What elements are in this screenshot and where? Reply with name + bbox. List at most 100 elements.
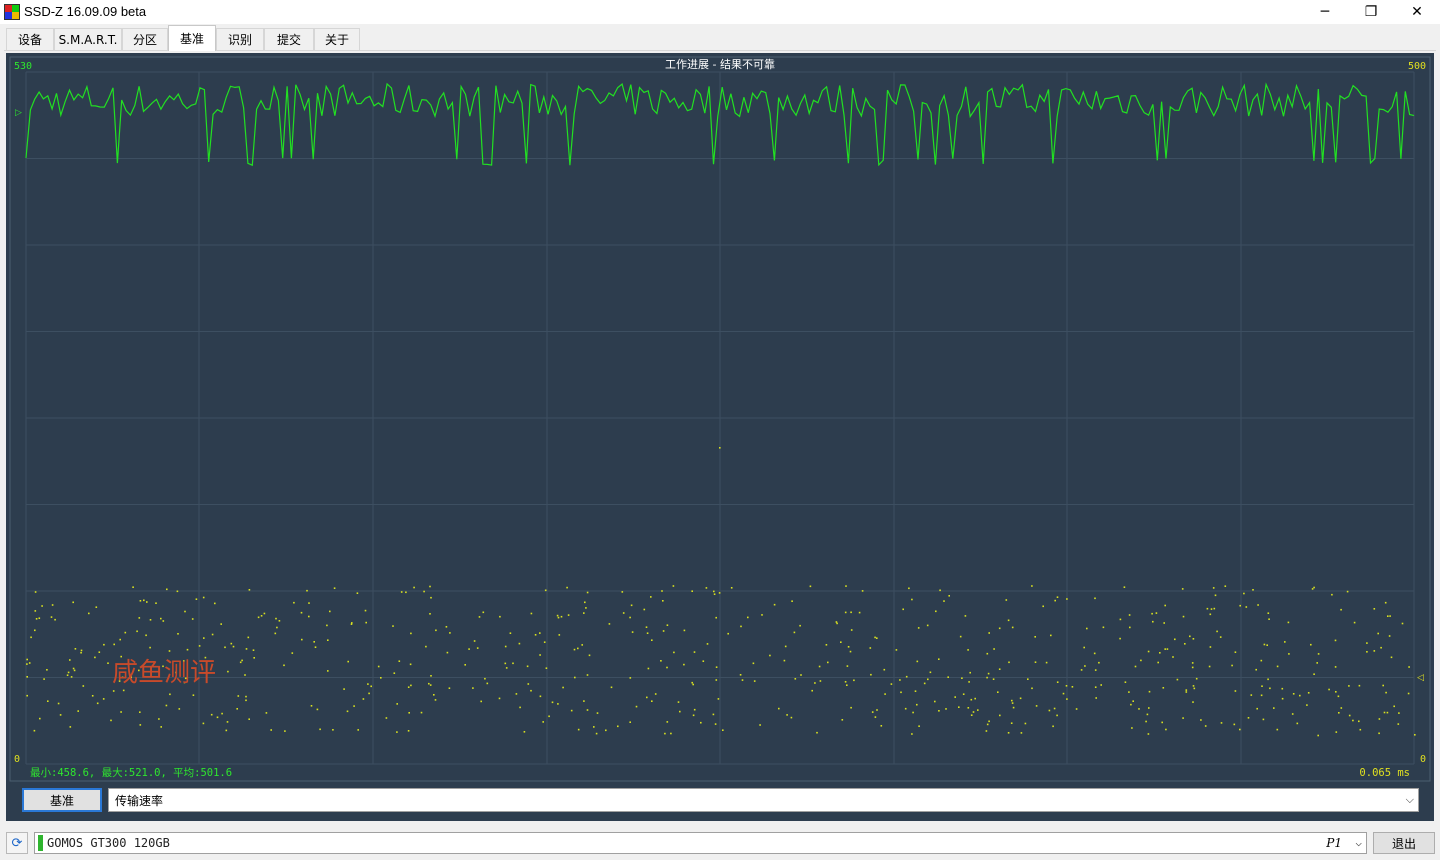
latency-point — [651, 700, 653, 702]
latency-point — [263, 612, 266, 615]
latency-point — [752, 662, 755, 665]
latency-point — [1005, 599, 1008, 601]
latency-point — [26, 658, 28, 661]
latency-point — [730, 587, 733, 589]
latency-point — [705, 587, 708, 589]
latency-point — [57, 702, 60, 705]
latency-point — [248, 589, 251, 591]
latency-point — [429, 613, 431, 615]
latency-point — [28, 662, 31, 664]
tab-partitions[interactable]: 分区 — [122, 28, 168, 50]
latency-point — [1220, 722, 1223, 724]
latency-point — [1007, 619, 1010, 622]
drive-select[interactable]: GOMOS GT300 120GB P1 ⌵ — [34, 832, 1367, 854]
latency-point — [850, 629, 853, 631]
latency-point — [948, 595, 950, 597]
latency-point — [584, 601, 586, 604]
latency-point — [276, 626, 278, 629]
latency-point — [1366, 642, 1368, 644]
latency-point — [1389, 615, 1391, 617]
latency-point — [630, 604, 633, 607]
exit-button[interactable]: 退出 — [1373, 832, 1435, 854]
latency-point — [326, 624, 328, 627]
run-benchmark-button[interactable]: 基准 — [22, 788, 102, 812]
latency-point — [80, 651, 82, 654]
close-button[interactable]: ✕ — [1394, 0, 1440, 24]
latency-point — [357, 729, 359, 731]
latency-point — [202, 596, 205, 599]
latency-point — [1378, 718, 1381, 720]
latency-point — [961, 677, 963, 679]
latency-point — [1062, 692, 1065, 695]
latency-point — [542, 721, 544, 723]
latency-point — [476, 647, 479, 649]
latency-point — [1084, 665, 1086, 667]
latency-point — [1328, 688, 1330, 691]
latency-point — [691, 590, 693, 592]
latency-point — [73, 669, 76, 672]
tab-smart[interactable]: S.M.A.R.T. — [54, 28, 122, 50]
latency-point — [482, 611, 485, 614]
latency-point — [1292, 693, 1295, 695]
latency-point — [473, 640, 476, 642]
latency-point — [1358, 684, 1361, 687]
latency-point — [98, 651, 101, 653]
latency-point — [573, 648, 576, 651]
tab-identify[interactable]: 识别 — [216, 28, 264, 50]
latency-point — [498, 697, 501, 700]
restore-button[interactable]: ❐ — [1348, 0, 1394, 24]
latency-point — [1172, 656, 1174, 658]
latency-point — [211, 633, 214, 636]
latency-point — [1031, 687, 1033, 690]
left-axis-top-label: 530 — [14, 61, 32, 72]
latency-point — [370, 685, 372, 688]
latency-point — [691, 681, 693, 684]
minimize-button[interactable]: ─ — [1302, 0, 1348, 24]
latency-point — [191, 618, 194, 620]
latency-point — [629, 677, 632, 679]
latency-point — [1034, 661, 1037, 663]
latency-point — [560, 615, 563, 618]
benchmark-chart: 530 0 500 0 ▷ ◁ 工作进展 - 结果不可靠 最小:458.6, 最… — [9, 56, 1431, 782]
latency-point — [586, 674, 589, 676]
latency-point — [1204, 725, 1207, 727]
latency-point — [1397, 723, 1400, 725]
tab-device[interactable]: 设备 — [6, 28, 54, 50]
tab-benchmark[interactable]: 基准 — [168, 25, 216, 51]
latency-point — [1212, 587, 1215, 589]
latency-point — [176, 590, 179, 593]
latency-point — [1307, 692, 1310, 694]
latency-point — [1164, 604, 1166, 607]
latency-point — [225, 729, 228, 732]
latency-point — [1317, 734, 1319, 737]
latency-point — [1340, 707, 1343, 709]
latency-point — [1128, 691, 1130, 693]
latency-point — [380, 677, 382, 679]
right-axis-bottom-label: 0 — [1420, 754, 1426, 765]
latency-point — [1163, 622, 1165, 624]
latency-point — [293, 601, 295, 604]
latency-point — [943, 600, 945, 602]
latency-point — [232, 645, 235, 648]
latency-point — [202, 722, 205, 725]
latency-point — [967, 707, 970, 709]
latency-point — [1045, 661, 1048, 664]
latency-point — [1276, 665, 1279, 668]
latency-point — [1386, 711, 1389, 714]
latency-point — [1093, 652, 1096, 655]
latency-point — [1273, 707, 1275, 709]
tab-divider — [4, 50, 1436, 51]
latency-point — [1200, 719, 1202, 721]
latency-point — [177, 633, 179, 635]
latency-point — [666, 666, 668, 669]
metric-select[interactable]: 传输速率 ⌵ — [108, 788, 1419, 812]
latency-point — [1140, 659, 1142, 662]
latency-point — [651, 639, 653, 641]
latency-point — [595, 732, 598, 735]
latency-point — [645, 626, 648, 628]
tab-submit[interactable]: 提交 — [264, 28, 314, 50]
latency-point — [1195, 677, 1198, 680]
latency-point — [186, 648, 189, 651]
tab-about[interactable]: 关于 — [314, 28, 360, 50]
refresh-icon[interactable]: ⟳ — [6, 832, 28, 854]
